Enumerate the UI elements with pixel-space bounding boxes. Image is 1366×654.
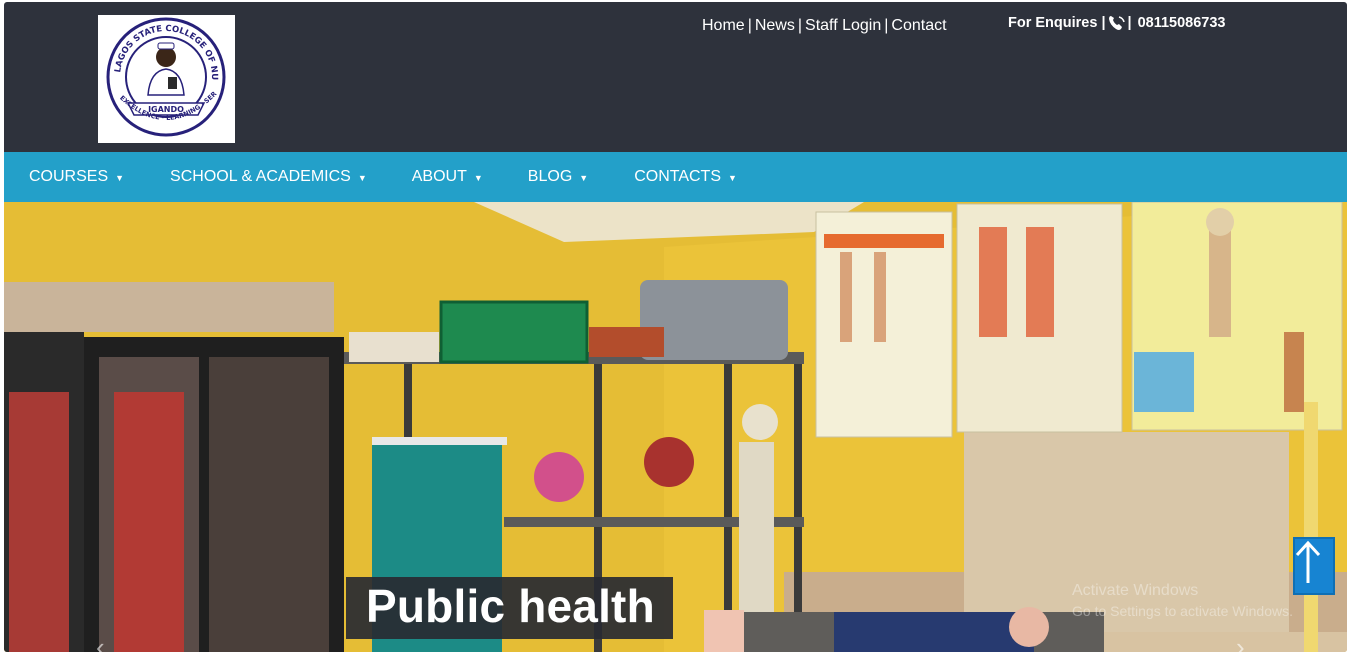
caret-down-icon: ▼: [728, 172, 737, 183]
caret-down-icon: ▼: [579, 172, 589, 183]
scroll-to-top-button[interactable]: [1293, 537, 1335, 595]
college-logo[interactable]: LAGOS STATE COLLEGE OF NURSING IGANDO EX…: [98, 15, 235, 143]
nav-school-academics[interactable]: SCHOOL & ACADEMICS ▼: [170, 168, 367, 186]
slider-next-icon[interactable]: ›: [1236, 632, 1245, 652]
nav-blog[interactable]: BLOG ▼: [528, 168, 588, 186]
top-link-news[interactable]: News: [755, 17, 795, 34]
nav-courses[interactable]: COURSES ▼: [29, 168, 124, 186]
hero-slider: Public health Activate Windows Go to Set…: [4, 202, 1347, 652]
college-seal-icon: LAGOS STATE COLLEGE OF NURSING IGANDO EX…: [98, 15, 226, 137]
nav-label: COURSES: [29, 168, 109, 185]
nav-label: CONTACTS: [634, 168, 721, 185]
slide-caption: Public health: [346, 577, 673, 639]
top-link-home[interactable]: Home: [702, 17, 745, 34]
nav-about[interactable]: ABOUT ▼: [412, 168, 483, 186]
phone-icon: [1108, 15, 1126, 31]
main-nav: COURSES ▼ SCHOOL & ACADEMICS ▼ ABOUT ▼ B…: [4, 152, 1347, 202]
nav-label: SCHOOL & ACADEMICS: [170, 168, 351, 185]
enquiry-label: For Enquires |: [1008, 15, 1106, 31]
top-link-staff-login[interactable]: Staff Login: [805, 17, 881, 34]
arrow-up-icon: [1295, 540, 1321, 583]
caret-down-icon: ▼: [473, 172, 483, 183]
nav-contacts[interactable]: CONTACTS ▼: [634, 168, 737, 186]
enquiry-separator: |: [1127, 15, 1132, 31]
slider-prev-icon[interactable]: ‹: [96, 632, 105, 652]
enquiry-phone[interactable]: 08115086733: [1138, 15, 1226, 31]
enquiry-info: For Enquires | | 08115086733: [1008, 15, 1225, 31]
site-header: LAGOS STATE COLLEGE OF NURSING IGANDO EX…: [4, 2, 1347, 152]
page-frame: LAGOS STATE COLLEGE OF NURSING IGANDO EX…: [4, 2, 1347, 652]
activation-watermark: Activate Windows Go to Settings to activ…: [1072, 582, 1293, 619]
top-link-contact[interactable]: Contact: [891, 17, 946, 34]
top-links: Home | News | Staff Login | Contact: [702, 17, 947, 34]
caret-down-icon: ▼: [115, 172, 125, 183]
nav-label: BLOG: [527, 168, 573, 185]
caret-down-icon: ▼: [357, 172, 367, 183]
nav-label: ABOUT: [411, 168, 467, 185]
